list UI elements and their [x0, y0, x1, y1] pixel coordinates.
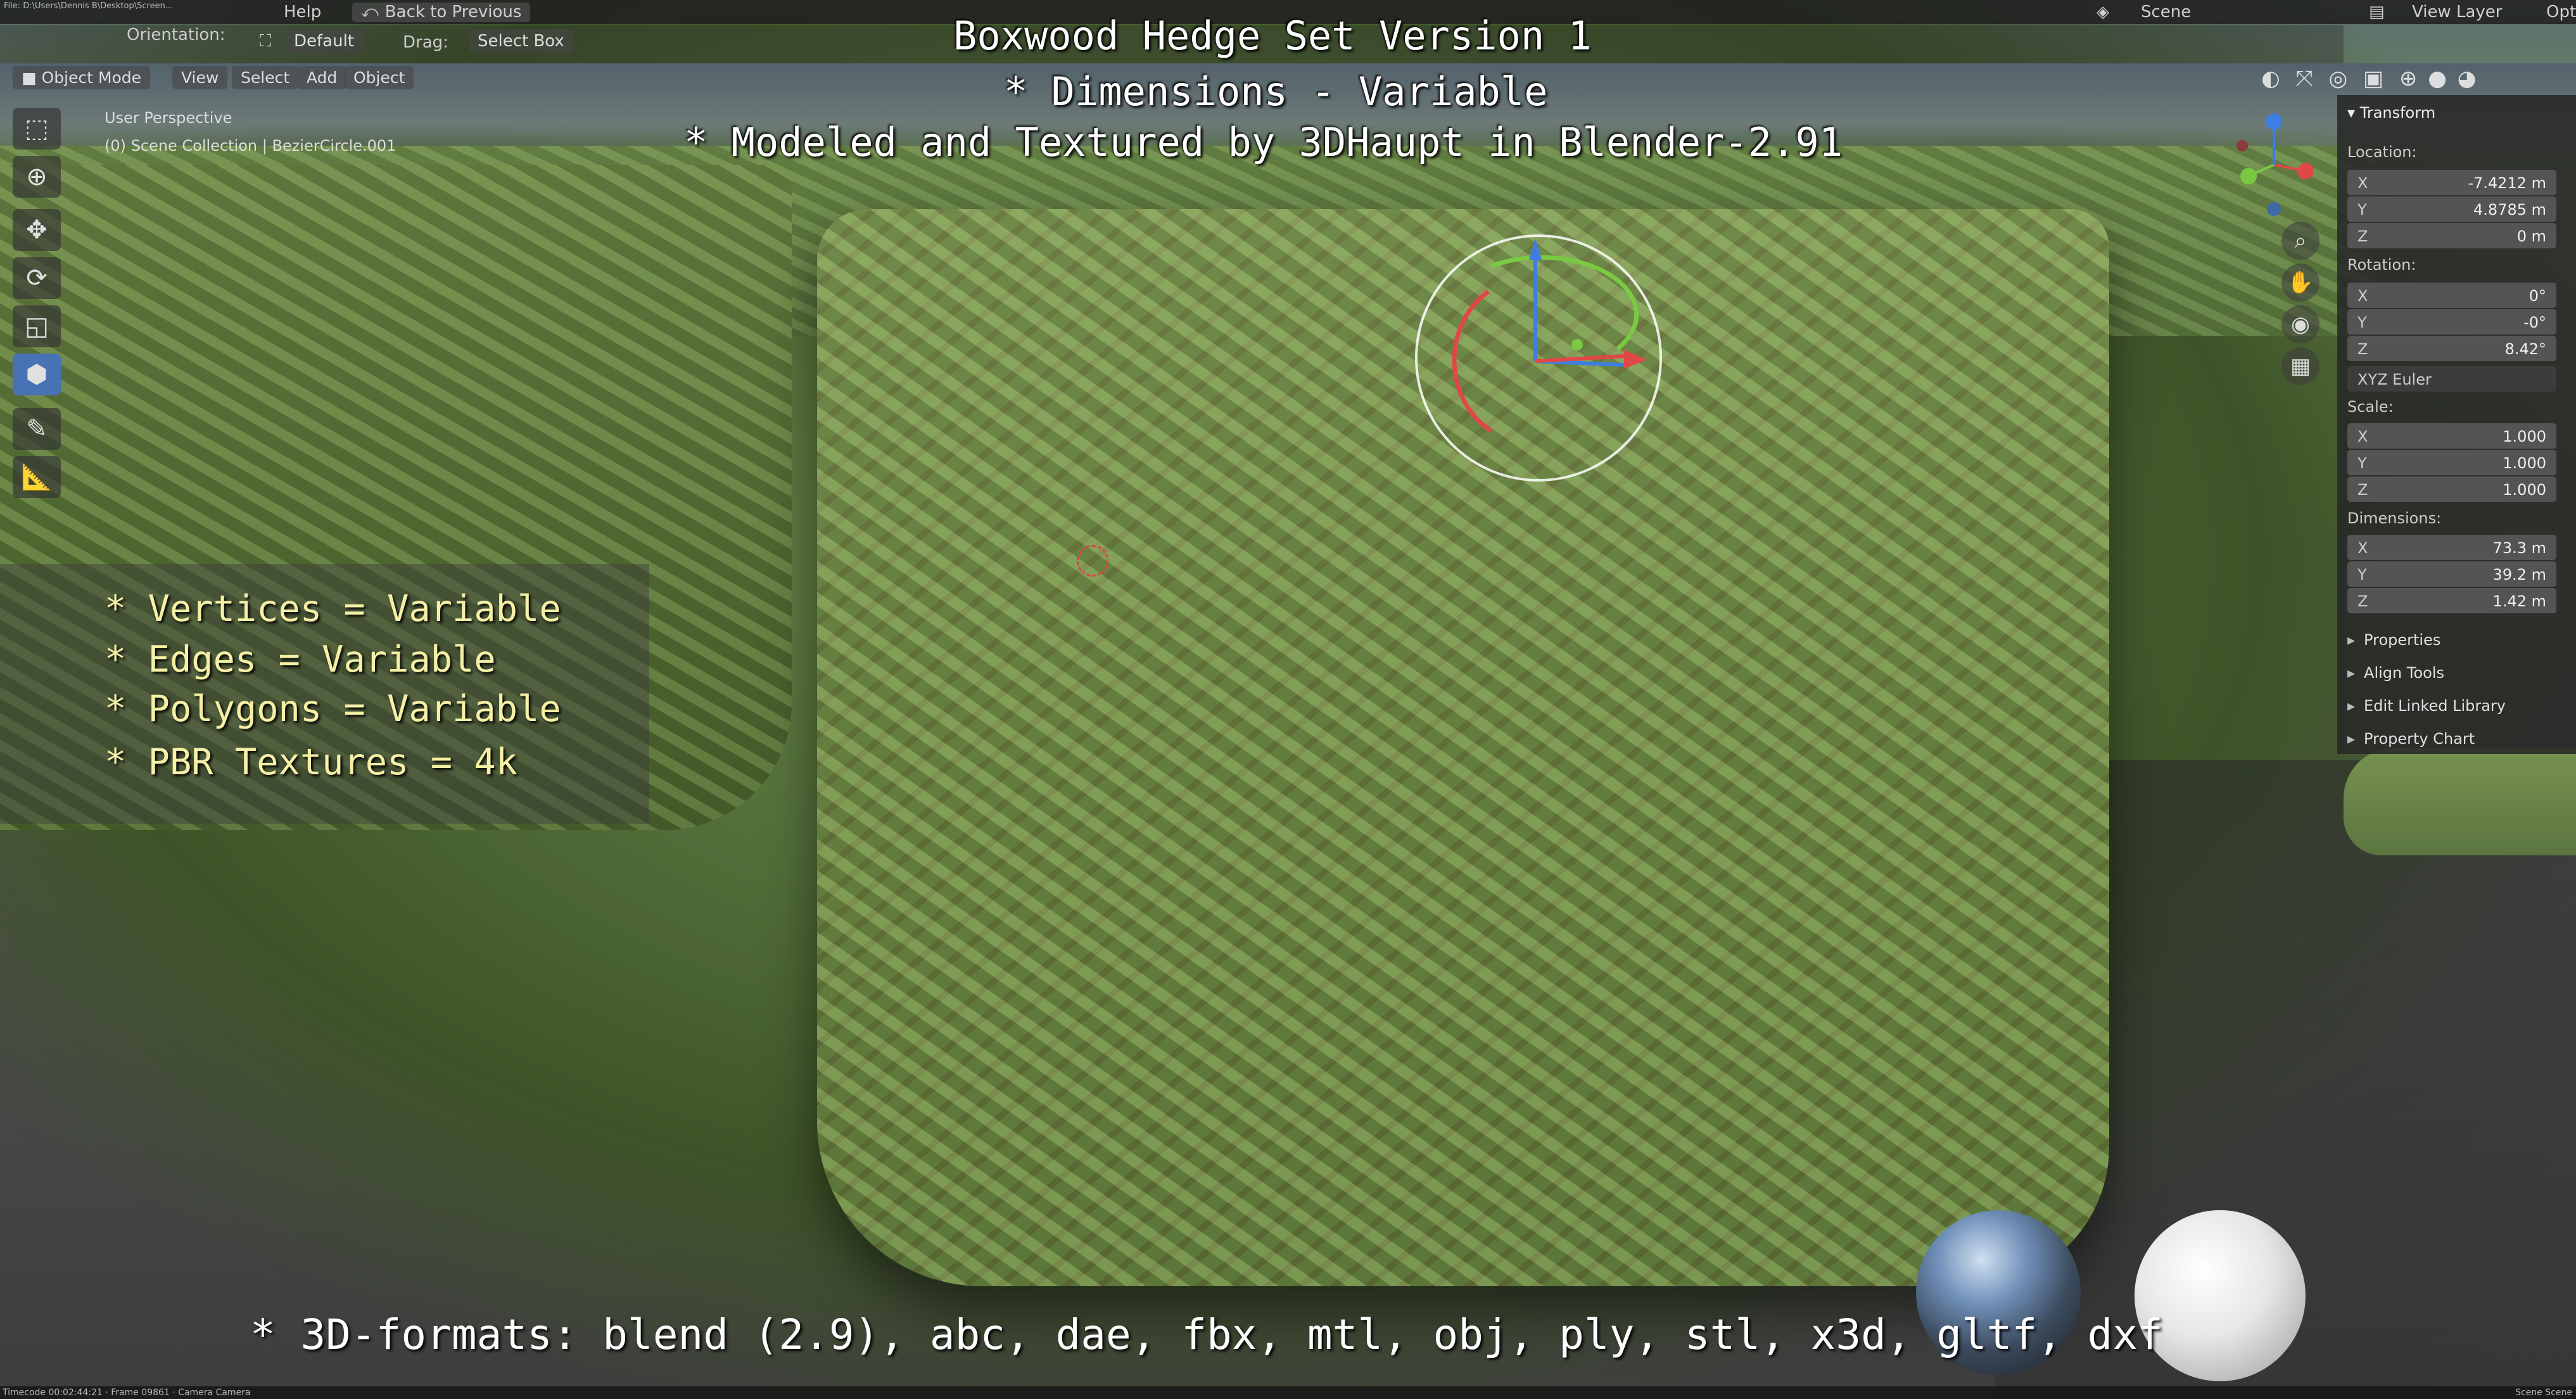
stat-edges: * Edges = Variable	[105, 639, 496, 680]
transform-panel-header[interactable]: ▾ Transform	[2347, 104, 2435, 122]
rotation-z-field[interactable]: Z 8.42°	[2347, 336, 2556, 361]
orientation-label: Orientation:	[127, 25, 225, 44]
location-y-field[interactable]: Y 4.8785 m	[2347, 196, 2556, 222]
scene-icon[interactable]: ◈	[2097, 3, 2109, 22]
toolbar: ⬚ ⊕ ✥ ⟳ ◱ ⬢ ✎ 📐	[13, 108, 63, 513]
rotation-label: Rotation:	[2347, 256, 2416, 274]
grid-ortho-icon[interactable]: ▦	[2281, 347, 2319, 385]
zoom-icon[interactable]: ⌕	[2281, 222, 2319, 260]
viewport-perspective: User Perspective	[105, 109, 232, 127]
scale-z-field[interactable]: Z 1.000	[2347, 476, 2556, 502]
view-layer-selector[interactable]: View Layer	[2412, 3, 2502, 22]
gizmo-axis-x-icon	[1535, 354, 1625, 363]
back-icon: ⤺	[361, 3, 379, 22]
mode-icon: ■	[22, 68, 42, 87]
orientation-dropdown[interactable]: Default	[285, 29, 363, 53]
pan-hand-icon[interactable]: ✋	[2281, 264, 2319, 302]
dimensions-label: Dimensions:	[2347, 509, 2442, 527]
scale-y-field[interactable]: Y 1.000	[2347, 450, 2556, 475]
shading-solid-icon[interactable]: ●	[2428, 66, 2447, 91]
menu-view[interactable]: View	[172, 66, 228, 89]
navigation-gizmo[interactable]	[2217, 108, 2331, 222]
scale-label: Scale:	[2347, 398, 2394, 416]
drag-label: Drag:	[403, 33, 448, 52]
dimensions-y-field[interactable]: Y 39.2 m	[2347, 561, 2556, 587]
view-layer-icon[interactable]: ▤	[2369, 3, 2385, 22]
overlay-toggle-icon[interactable]: ◎	[2329, 66, 2348, 91]
annotate-icon[interactable]: ✎	[13, 408, 61, 450]
subpanel-property-chart[interactable]: Property Chart	[2347, 730, 2475, 748]
status-footer: Timecode 00:02:44:21 · Frame 09861 · Cam…	[0, 1386, 2576, 1399]
3d-cursor-icon[interactable]	[1077, 545, 1108, 577]
viewport-collection: (0) Scene Collection | BezierCircle.001	[105, 137, 397, 155]
options-button[interactable]: Opti	[2546, 3, 2576, 22]
overlay-subtitle-modeled: * Modeled and Textured by 3DHaupt in Ble…	[684, 119, 1843, 165]
subpanel-properties[interactable]: Properties	[2347, 631, 2440, 649]
menu-help[interactable]: Help	[284, 3, 321, 22]
menu-select[interactable]: Select	[232, 66, 299, 89]
location-x-field[interactable]: X -7.4212 m	[2347, 170, 2556, 195]
rotate-icon[interactable]: ⟳	[13, 257, 61, 299]
menu-object[interactable]: Object	[345, 66, 414, 89]
overlay-title: Boxwood Hedge Set Version 1	[953, 13, 1592, 59]
measure-icon[interactable]: 📐	[13, 456, 61, 498]
footer-timecode: Timecode 00:02:44:21 · Frame 09861 · Cam…	[3, 1388, 251, 1398]
gizmo-toggle-icon[interactable]: ⤧	[2295, 66, 2313, 91]
rotation-x-field[interactable]: X 0°	[2347, 283, 2556, 308]
xray-icon[interactable]: ▣	[2363, 66, 2383, 91]
gizmo-plane-handle-icon	[1571, 339, 1583, 350]
sidebar-n-panel: ▾ Transform Location: X -7.4212 m Y 4.8785…	[2337, 95, 2576, 754]
scene-selector[interactable]: Scene	[2141, 3, 2191, 22]
stat-pbr-textures: * PBR Textures = 4k	[105, 741, 518, 783]
dimensions-x-field[interactable]: X 73.3 m	[2347, 535, 2556, 560]
cursor-icon[interactable]: ⊕	[13, 156, 61, 198]
move-icon[interactable]: ✥	[13, 209, 61, 251]
transform-icon[interactable]: ⬢	[13, 354, 61, 395]
shading-wireframe-icon[interactable]: ⊕	[2399, 66, 2418, 91]
hedge-right	[2344, 748, 2576, 855]
overlay-subtitle-dimensions: * Dimensions - Variable	[1004, 68, 1548, 115]
rotation-y-field[interactable]: Y -0°	[2347, 309, 2556, 335]
subpanel-edit-linked-library[interactable]: Edit Linked Library	[2347, 697, 2506, 715]
gizmo-arrow-x-icon	[1624, 350, 1647, 369]
scale-icon[interactable]: ◱	[13, 305, 61, 347]
back-to-previous-button[interactable]: ⤺ Back to Previous	[352, 3, 531, 22]
location-z-field[interactable]: Z0 m	[2347, 223, 2556, 248]
menu-add[interactable]: Add	[298, 66, 346, 89]
select-box-icon[interactable]: ⬚	[13, 108, 61, 150]
subpanel-align-tools[interactable]: Align Tools	[2347, 664, 2444, 682]
visibility-icon[interactable]: ◐	[2261, 66, 2280, 91]
viewport-shading-bar: ◐ ⤧ ◎ ▣ ⊕ ● ◕	[2261, 66, 2476, 91]
transform-orientation-icon: ⛶	[260, 32, 272, 51]
dimensions-z-field[interactable]: Z 1.42 m	[2347, 588, 2556, 613]
footer-scene: Scene Scene	[2515, 1388, 2572, 1398]
shading-material-icon[interactable]: ◕	[2458, 66, 2477, 91]
overlay-formats: * 3D-formats: blend (2.9), abc, dae, fbx…	[250, 1310, 2163, 1359]
location-label: Location:	[2347, 143, 2417, 161]
scale-x-field[interactable]: X 1.000	[2347, 423, 2556, 449]
gizmo-rotate-x-icon	[1452, 290, 1492, 433]
rotation-mode-dropdown[interactable]: XYZ Euler	[2347, 366, 2556, 392]
transform-gizmo[interactable]	[1415, 190, 1706, 482]
camera-view-icon[interactable]: ◉	[2281, 305, 2319, 343]
drag-dropdown[interactable]: Select Box	[469, 29, 573, 53]
gizmo-arrow-z-icon	[1529, 238, 1542, 260]
gizmo-rotate-y-icon	[1490, 255, 1639, 350]
mode-dropdown[interactable]: ■ Object Mode	[13, 66, 151, 89]
stat-polygons: * Polygons = Variable	[105, 688, 561, 730]
stat-vertices: * Vertices = Variable	[105, 588, 561, 630]
file-info: File: D:\Users\Dennis B\Desktop\Screen..…	[4, 1, 174, 11]
